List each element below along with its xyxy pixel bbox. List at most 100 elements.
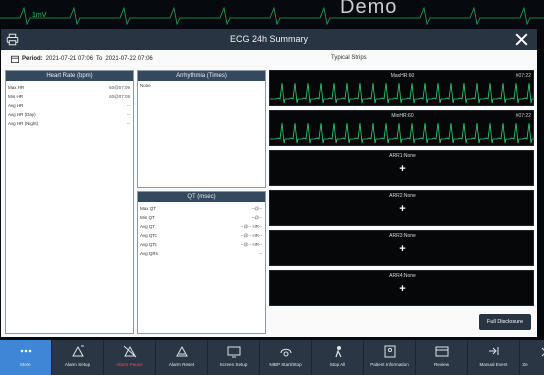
period-label: Period: xyxy=(22,56,43,62)
toolbar-label: Review xyxy=(433,362,450,367)
strip-label: MinHR:60 xyxy=(391,113,414,119)
heart-rate-row: Avg HR (Night) -- xyxy=(6,119,133,128)
heart-rate-row: Min HR 60@07:09 xyxy=(6,92,133,101)
toolbar-button-alarm-setup[interactable]: Alarm Setup xyxy=(52,340,104,375)
ecg-strip: MinHR:60 #07:22 xyxy=(269,110,535,146)
toolbar-label: Screen Setup xyxy=(219,362,248,367)
arrhythmia-strip[interactable]: ARR2:None + xyxy=(269,190,534,226)
qt-row-value: --@-- xyxy=(251,206,262,211)
heart-rate-row-value: -- xyxy=(127,121,130,126)
period-to-word: To xyxy=(96,56,103,62)
toolbar-button-patient-information[interactable]: Patient Information xyxy=(364,340,416,375)
ecg-trace xyxy=(270,82,535,104)
alarm-setup-icon xyxy=(72,345,84,357)
patient-info-icon xyxy=(384,345,396,358)
zero-icon xyxy=(541,347,544,357)
screen-setup-icon xyxy=(227,346,241,358)
more-icon xyxy=(20,349,32,353)
heart-rate-row-label: Max HR xyxy=(8,85,25,90)
toolbar-button-review[interactable]: Review xyxy=(416,340,468,375)
qt-row: Min QT --@-- xyxy=(138,213,265,222)
strip-label: ARR2:None xyxy=(389,193,416,199)
dialog-header: ECG 24h Summary xyxy=(1,29,537,50)
heart-rate-row: Avg HR -- xyxy=(6,101,133,110)
heart-rate-row-value: -- xyxy=(127,112,130,117)
strip-time: #07:22 xyxy=(515,73,531,79)
add-strip-icon[interactable]: + xyxy=(270,243,535,255)
ecg-trace xyxy=(270,122,535,144)
typical-strips-title: Typical Strips xyxy=(331,55,367,61)
heart-rate-row-label: Avg HR xyxy=(8,103,24,108)
heart-rate-header: Heart Rate (bpm) xyxy=(6,71,133,81)
toolbar-button-manual-event[interactable]: Manual Event xyxy=(468,340,520,375)
qt-row-label: Min QT xyxy=(140,215,155,220)
manual-event-icon xyxy=(489,347,499,355)
qt-row-label: Avg QT xyxy=(140,224,156,229)
toolbar-button-nibp-start-stop[interactable]: NIBP Start/Stop xyxy=(260,340,312,375)
qt-row-label: Max QT xyxy=(140,206,157,211)
qt-row: Avg QTc --@-- HR-- xyxy=(138,240,265,249)
qt-row: Avg QRs -- xyxy=(138,249,265,258)
toolbar-button-alarm-reset[interactable]: Alarm Reset xyxy=(156,340,208,375)
arrhythmia-panel: Arrhythmia (Times) None xyxy=(137,70,266,188)
add-strip-icon[interactable]: + xyxy=(270,163,535,175)
period-row: Period: 2021-07-21 07:06 To 2021-07-22 0… xyxy=(11,55,153,63)
ecg-summary-dialog: ECG 24h Summary Period: 2021-07-21 07:06… xyxy=(1,29,537,337)
toolbar-label: Alarm Pause xyxy=(116,362,143,367)
full-disclosure-button[interactable]: Full Disclosure xyxy=(479,314,531,330)
nibp-icon xyxy=(280,348,292,357)
calendar-icon xyxy=(11,55,19,63)
toolbar-label: Alarm Reset xyxy=(168,362,195,367)
qt-row-value: --@-- HR-- xyxy=(240,242,262,247)
background-right-edge xyxy=(536,30,544,340)
toolbar-label: Ze xyxy=(522,362,528,367)
strip-label: ARR4:None xyxy=(389,273,416,279)
heart-rate-row-value: 60@07:09 xyxy=(109,94,130,99)
toolbar-label: NIBP Start/Stop xyxy=(269,362,302,367)
toolbar-button-ze[interactable]: Ze xyxy=(520,340,544,375)
review-icon xyxy=(435,346,449,357)
strip-time: #07:22 xyxy=(515,113,531,119)
add-strip-icon[interactable]: + xyxy=(270,203,535,215)
toolbar-button-screen-setup[interactable]: Screen Setup xyxy=(208,340,260,375)
alarm-pause-icon xyxy=(123,345,137,358)
strip-label: ARR1:None xyxy=(389,153,416,159)
qt-row-value: --@-- xyxy=(251,215,262,220)
toolbar-label: More xyxy=(20,362,31,367)
toolbar-label: Patient Information xyxy=(370,362,409,367)
stop-all-icon xyxy=(335,346,342,358)
qt-row-value: -- xyxy=(259,251,262,256)
add-strip-icon[interactable]: + xyxy=(270,283,535,295)
close-icon[interactable] xyxy=(513,31,530,48)
scale-label: 1mV xyxy=(32,12,47,19)
toolbar-button-more[interactable]: More xyxy=(0,340,52,375)
arrhythmia-header: Arrhythmia (Times) xyxy=(138,71,265,81)
qt-row-value: --@-- HR-- xyxy=(240,224,262,229)
background-waveform-area: 1mV Demo xyxy=(0,0,544,30)
ecg-strip: MaxHR:60 #07:22 xyxy=(269,70,535,106)
toolbar-label: Manual Event xyxy=(479,362,508,367)
arrhythmia-strip[interactable]: ARR1:None + xyxy=(269,150,534,186)
qt-header: QT (msec) xyxy=(138,192,265,202)
qt-panel: QT (msec) Max QT --@-- Min QT --@-- Avg QT --… xyxy=(137,191,266,334)
qt-row-value: --@-- HR-- xyxy=(240,233,262,238)
period-to: 2021-07-22 07:06 xyxy=(105,56,153,62)
qt-row-label: Avg QRs xyxy=(140,251,158,256)
heart-rate-row-value: -- xyxy=(127,103,130,108)
toolbar-label: Stop All xyxy=(329,362,346,367)
heart-rate-row: Max HR 60@07:09 xyxy=(6,83,133,92)
arrhythmia-strip[interactable]: ARR3:None + xyxy=(269,230,534,266)
monitor-screen: 1mV Demo ECG 24h Summary Period: 2021-07… xyxy=(0,0,544,375)
toolbar-button-alarm-pause[interactable]: Alarm Pause xyxy=(104,340,156,375)
demo-watermark: Demo xyxy=(340,0,398,18)
strip-label: MaxHR:60 xyxy=(390,73,415,79)
arrhythmia-strip[interactable]: ARR4:None + xyxy=(269,270,534,306)
toolbar-button-stop-all[interactable]: Stop All xyxy=(312,340,364,375)
heart-rate-row-label: Avg HR (Night) xyxy=(8,121,39,126)
qt-row-label: Avg QTc xyxy=(140,242,157,247)
bottom-toolbar: More Alarm Setup Alarm Pause Alarm Reset Scr… xyxy=(0,340,544,375)
background-ecg-wave xyxy=(0,6,544,26)
toolbar-label: Alarm Setup xyxy=(64,362,91,367)
alarm-reset-icon xyxy=(176,345,188,357)
arrhythmia-value: None xyxy=(140,83,151,88)
